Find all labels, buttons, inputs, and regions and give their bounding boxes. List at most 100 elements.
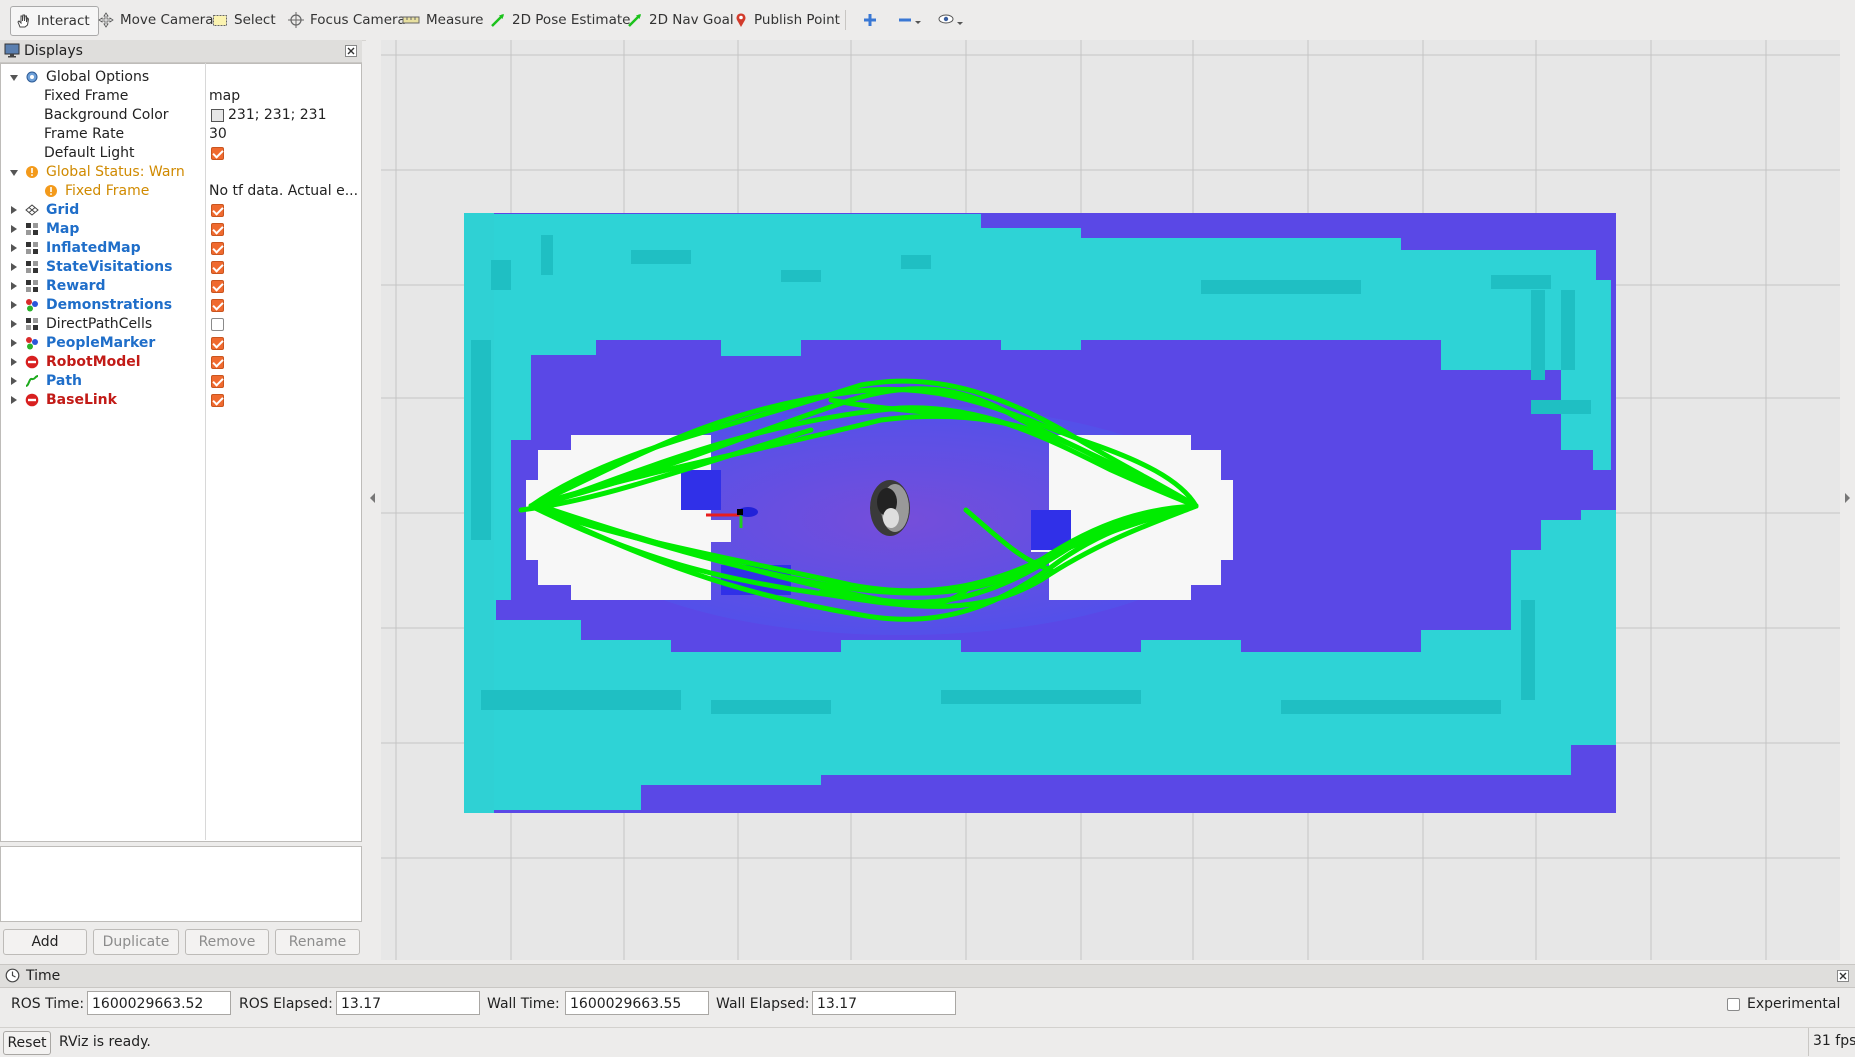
interact-tool-label: Interact: [37, 13, 90, 29]
panels-tool-button[interactable]: [938, 6, 966, 34]
error-icon: [25, 355, 39, 369]
clock-icon: [5, 968, 20, 983]
default-light-checkbox[interactable]: [211, 147, 224, 160]
status-fixed-frame-value: No tf data. Actual e...: [209, 183, 359, 199]
2d-pose-estimate-tool-button[interactable]: 2D Pose Estimate: [490, 6, 630, 34]
focus-camera-tool-button[interactable]: Focus Camera: [288, 6, 406, 34]
background-color-label: Background Color: [44, 107, 169, 123]
ros-elapsed-field[interactable]: 13.17: [336, 991, 480, 1015]
wall-time-field[interactable]: 1600029663.55: [565, 991, 709, 1015]
expand-arrow-icon[interactable]: [11, 377, 17, 385]
monitor-icon: [4, 43, 20, 58]
expand-arrow-icon[interactable]: [11, 282, 17, 290]
tree-row-directpathcells[interactable]: DirectPathCells: [1, 315, 361, 334]
frame-rate-value[interactable]: 30: [209, 125, 359, 144]
expand-arrow-icon[interactable]: [11, 396, 17, 404]
select-tool-button[interactable]: Select: [212, 6, 276, 34]
plus-icon: [864, 14, 876, 26]
demonstrations-checkbox[interactable]: [211, 299, 224, 312]
green-arrow-icon: [491, 14, 504, 27]
experimental-checkbox[interactable]: [1727, 998, 1740, 1011]
tree-row-baselink[interactable]: BaseLink: [1, 391, 361, 410]
tree-row-peoplemarker[interactable]: PeopleMarker: [1, 334, 361, 353]
remove-button[interactable]: Remove: [185, 929, 269, 955]
expand-arrow-icon[interactable]: [11, 339, 17, 347]
rename-button[interactable]: Rename: [275, 929, 360, 955]
path-checkbox[interactable]: [211, 375, 224, 388]
tree-row-global-options[interactable]: Global Options: [1, 68, 361, 87]
path-icon: [25, 375, 39, 387]
robotmodel-checkbox[interactable]: [211, 356, 224, 369]
duplicate-button[interactable]: Duplicate: [93, 929, 179, 955]
expand-arrow-icon[interactable]: [11, 301, 17, 309]
costmap-layer: [464, 213, 1616, 813]
frame-rate-label: Frame Rate: [44, 126, 125, 142]
tree-row-path[interactable]: Path: [1, 372, 361, 391]
tree-row-demonstrations[interactable]: Demonstrations: [1, 296, 361, 315]
focus-camera-icon: [288, 12, 304, 28]
move-camera-tool-button[interactable]: Move Camera: [98, 6, 213, 34]
tree-row-fixed-frame[interactable]: Fixed Frame map: [1, 87, 361, 106]
left-panel-splitter[interactable]: [366, 40, 381, 960]
expand-arrow-icon[interactable]: [11, 206, 17, 214]
wall-elapsed-field[interactable]: 13.17: [812, 991, 956, 1015]
select-tool-label: Select: [234, 12, 276, 28]
collapse-right-arrow-icon[interactable]: [1845, 493, 1851, 503]
map-icon: [26, 261, 38, 273]
demonstrations-label: Demonstrations: [46, 297, 173, 313]
expand-arrow-icon[interactable]: [11, 225, 17, 233]
toolbar-separator: [845, 10, 846, 30]
tree-row-global-status[interactable]: Global Status: Warn: [1, 163, 361, 182]
3d-render-viewport[interactable]: [381, 40, 1840, 960]
time-panel-header: Time: [0, 964, 1855, 988]
expand-arrow-icon[interactable]: [11, 244, 17, 252]
peoplemarker-checkbox[interactable]: [211, 337, 224, 350]
reset-button[interactable]: Reset: [3, 1031, 51, 1055]
expand-arrow-icon[interactable]: [10, 75, 18, 81]
ros-time-field[interactable]: 1600029663.52: [87, 991, 231, 1015]
expand-arrow-icon[interactable]: [11, 320, 17, 328]
fixed-frame-value[interactable]: map: [209, 87, 359, 106]
map-icon: [26, 223, 38, 235]
tree-row-grid[interactable]: Grid: [1, 201, 361, 220]
add-tool-button[interactable]: [862, 6, 878, 34]
tree-row-statevisitations[interactable]: StateVisitations: [1, 258, 361, 277]
close-icon[interactable]: [345, 45, 357, 57]
tree-row-frame-rate[interactable]: Frame Rate 30: [1, 125, 361, 144]
fps-box: 31 fps: [1808, 1028, 1855, 1056]
markers-icon: [26, 299, 38, 312]
column-divider[interactable]: [205, 63, 206, 840]
directpathcells-checkbox[interactable]: [211, 318, 224, 331]
tree-row-robotmodel[interactable]: RobotModel: [1, 353, 361, 372]
directpathcells-label: DirectPathCells: [46, 316, 153, 332]
publish-point-tool-button[interactable]: Publish Point: [734, 6, 840, 34]
tree-row-status-fixed-frame[interactable]: Fixed Frame No tf data. Actual e...: [1, 182, 361, 201]
expand-arrow-icon[interactable]: [11, 263, 17, 271]
inflatedmap-checkbox[interactable]: [211, 242, 224, 255]
remove-tool-button[interactable]: [898, 6, 924, 34]
tree-row-map[interactable]: Map: [1, 220, 361, 239]
right-panel-splitter[interactable]: [1840, 40, 1855, 960]
add-button[interactable]: Add: [3, 929, 87, 955]
statevisitations-checkbox[interactable]: [211, 261, 224, 274]
map-icon: [26, 242, 38, 254]
baselink-checkbox[interactable]: [211, 394, 224, 407]
tree-row-inflatedmap[interactable]: InflatedMap: [1, 239, 361, 258]
tree-row-background-color[interactable]: Background Color 231; 231; 231: [1, 106, 361, 125]
map-checkbox[interactable]: [211, 223, 224, 236]
status-message: RViz is ready.: [59, 1034, 151, 1050]
select-icon: [213, 15, 227, 26]
tree-row-reward[interactable]: Reward: [1, 277, 361, 296]
collapse-left-arrow-icon[interactable]: [370, 493, 376, 503]
expand-arrow-icon[interactable]: [10, 170, 18, 176]
expand-arrow-icon[interactable]: [11, 358, 17, 366]
2d-pose-estimate-tool-label: 2D Pose Estimate: [512, 12, 631, 28]
reward-checkbox[interactable]: [211, 280, 224, 293]
interact-tool-button[interactable]: Interact: [10, 6, 99, 36]
close-icon[interactable]: [1837, 970, 1849, 982]
background-color-value[interactable]: 231; 231; 231: [228, 106, 378, 125]
grid-checkbox[interactable]: [211, 204, 224, 217]
measure-tool-button[interactable]: Measure: [402, 6, 483, 34]
tree-row-default-light[interactable]: Default Light: [1, 144, 361, 163]
2d-nav-goal-tool-button[interactable]: 2D Nav Goal: [627, 6, 734, 34]
